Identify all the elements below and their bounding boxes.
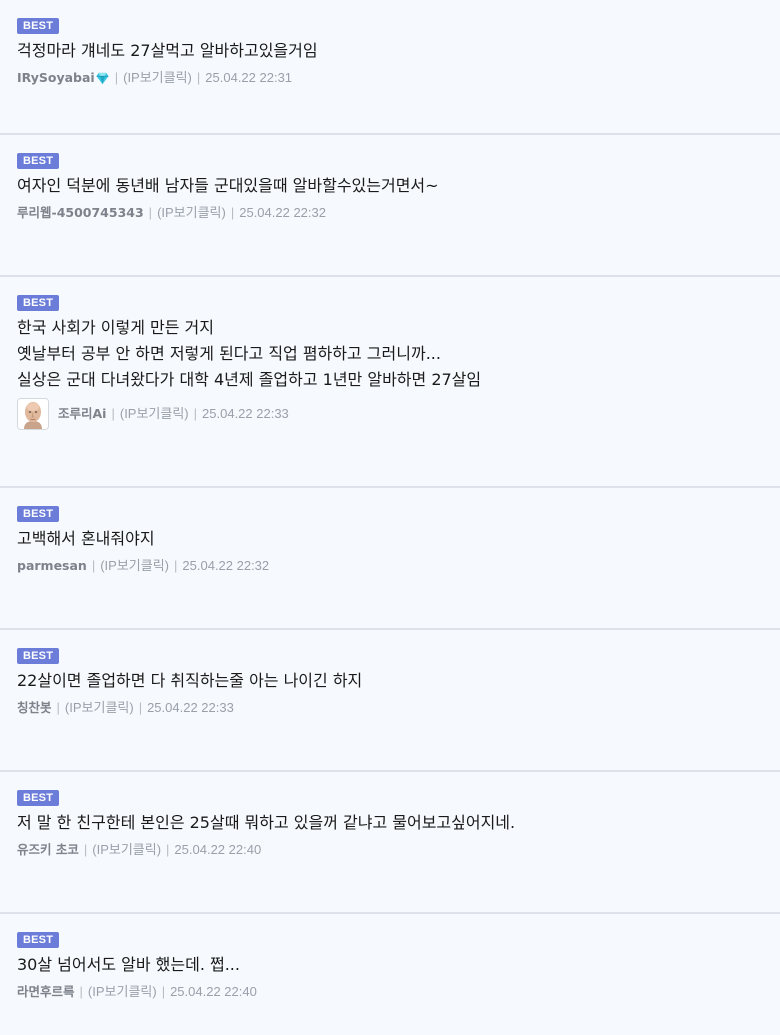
separator: | — [230, 205, 235, 220]
author-nickname[interactable]: 칭찬봇 — [17, 698, 52, 718]
bald-man-avatar[interactable] — [17, 398, 49, 430]
comment-date: 25.04.22 22:31 — [205, 70, 293, 85]
ip-view-link[interactable]: (IP보기클릭) — [123, 68, 192, 88]
comment-list: BEST 걱정마라 걔네도 27살먹고 알바하고있을거임 IRySoyabai … — [0, 0, 780, 1035]
comment-meta: parmesan | (IP보기클릭) | 25.04.22 22:32 — [17, 556, 764, 576]
comment-meta: 라면후르륵 | (IP보기클릭) | 25.04.22 22:40 — [17, 982, 764, 1002]
separator: | — [111, 406, 115, 421]
best-badge: BEST — [17, 790, 60, 806]
separator: | — [56, 700, 60, 715]
separator: | — [193, 406, 198, 421]
ip-view-link[interactable]: (IP보기클릭) — [157, 203, 226, 223]
comment-item: BEST 걱정마라 걔네도 27살먹고 알바하고있을거임 IRySoyabai … — [0, 0, 780, 135]
separator: | — [138, 700, 143, 715]
comment-meta: 루리웹-4500745343 | (IP보기클릭) | 25.04.22 22:… — [17, 203, 764, 223]
author-nickname[interactable]: 조루리Ai — [58, 404, 106, 424]
comment-item: BEST 여자인 덕분에 동년배 남자들 군대있을때 알바할수있는거면서~ 루리… — [0, 135, 780, 277]
separator: | — [161, 984, 166, 999]
ip-view-link[interactable]: (IP보기클릭) — [100, 556, 169, 576]
comment-text: 고백해서 혼내줘야지 — [17, 529, 155, 548]
ip-view-link[interactable]: (IP보기클릭) — [65, 698, 134, 718]
comment-meta: 칭찬봇 | (IP보기클릭) | 25.04.22 22:33 — [17, 698, 764, 718]
comment-item: BEST 한국 사회가 이렇게 만든 거지 옛날부터 공부 안 하면 저렇게 된… — [0, 277, 780, 488]
separator: | — [174, 558, 178, 573]
separator: | — [83, 842, 88, 857]
comment-text: 여자인 덕분에 동년배 남자들 군대있을때 알바할수있는거면서~ — [17, 176, 439, 195]
separator: | — [114, 70, 119, 85]
ip-view-link[interactable]: (IP보기클릭) — [120, 404, 189, 424]
best-badge: BEST — [17, 295, 60, 311]
author-nickname[interactable]: 유즈키 초코 — [17, 840, 79, 860]
ip-view-link[interactable]: (IP보기클릭) — [88, 982, 157, 1002]
separator: | — [148, 205, 153, 220]
comment-date: 25.04.22 22:40 — [174, 842, 262, 857]
author-nickname[interactable]: IRySoyabai — [17, 68, 95, 88]
best-badge: BEST — [17, 153, 60, 169]
comment-text: 한국 사회가 이렇게 만든 거지 옛날부터 공부 안 하면 저렇게 된다고 직업… — [17, 318, 482, 389]
comment-meta: IRySoyabai | (IP보기클릭) | 25.04.22 22:31 — [17, 68, 764, 88]
comment-date: 25.04.22 22:32 — [239, 205, 326, 220]
author-nickname[interactable]: 라면후르륵 — [17, 982, 75, 1002]
comment-item: BEST 저 말 한 친구한테 본인은 25살때 뭐하고 있을꺼 같냐고 물어보… — [0, 772, 780, 914]
comment-text: 걱정마라 걔네도 27살먹고 알바하고있을거임 — [17, 41, 318, 60]
separator: | — [166, 842, 170, 857]
comment-meta: 조루리Ai | (IP보기클릭) | 25.04.22 22:33 — [17, 398, 764, 430]
best-badge: BEST — [17, 932, 60, 948]
author-nickname[interactable]: 루리웹-4500745343 — [17, 203, 144, 223]
best-badge: BEST — [17, 18, 60, 34]
best-badge: BEST — [17, 506, 60, 522]
comment-text: 30살 넘어서도 알바 했는데. 쩝... — [17, 955, 240, 974]
comment-date: 25.04.22 22:32 — [182, 558, 270, 573]
comment-item: BEST 고백해서 혼내줘야지 parmesan | (IP보기클릭) | 25… — [0, 488, 780, 630]
comment-date: 25.04.22 22:40 — [170, 984, 257, 999]
comment-meta: 유즈키 초코 | (IP보기클릭) | 25.04.22 22:40 — [17, 840, 764, 860]
separator: | — [79, 984, 83, 999]
comment-date: 25.04.22 22:33 — [147, 700, 234, 715]
comment-item: BEST 30살 넘어서도 알바 했는데. 쩝... 라면후르륵 | (IP보기… — [0, 914, 780, 1035]
ip-view-link[interactable]: (IP보기클릭) — [92, 840, 161, 860]
diamond-icon — [96, 72, 109, 84]
comment-date: 25.04.22 22:33 — [202, 406, 289, 421]
comment-text: 22살이면 졸업하면 다 취직하는줄 아는 나이긴 하지 — [17, 671, 363, 690]
comment-item: BEST 22살이면 졸업하면 다 취직하는줄 아는 나이긴 하지 칭찬봇 | … — [0, 630, 780, 772]
separator: | — [196, 70, 201, 85]
separator: | — [91, 558, 96, 573]
best-badge: BEST — [17, 648, 60, 664]
author-nickname[interactable]: parmesan — [17, 556, 87, 576]
comment-text: 저 말 한 친구한테 본인은 25살때 뭐하고 있을꺼 같냐고 물어보고싶어지네… — [17, 813, 516, 832]
